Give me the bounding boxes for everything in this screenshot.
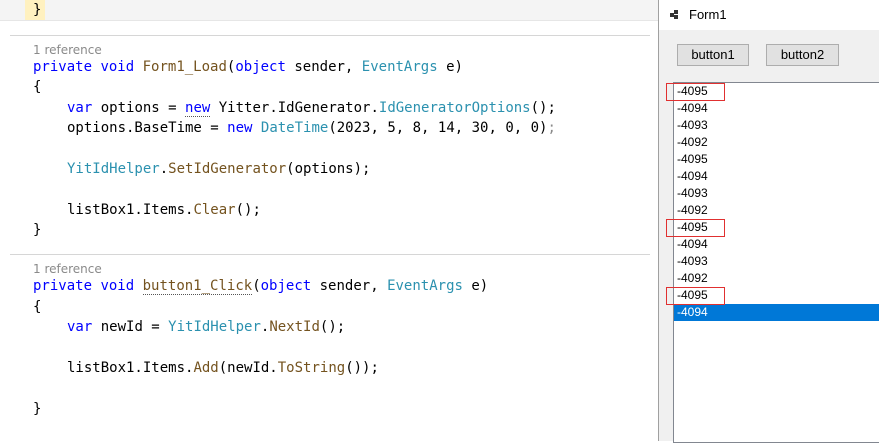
list-item[interactable]: -4092: [674, 202, 879, 219]
click-signature: private void button1_Click(object sender…: [33, 278, 489, 295]
load-close-brace: }: [33, 222, 42, 238]
click-close-brace: }: [33, 401, 42, 417]
list-item[interactable]: -4092: [674, 134, 879, 151]
method-separator: [10, 254, 650, 255]
id-listbox[interactable]: -4095 -4094 -4093 -4092 -4095 -4094 -4093 -4092…: [673, 82, 879, 443]
method-separator: [10, 35, 650, 36]
highlight-box: [666, 219, 725, 237]
button1[interactable]: button1: [677, 44, 749, 66]
highlight-box: [666, 287, 725, 305]
list-item[interactable]: -4094: [674, 100, 879, 117]
click-line-nextid: var newId = YitIdHelper.NextId();: [67, 319, 346, 335]
load-line-setidgenerator: YitIdHelper.SetIdGenerator(options);: [67, 161, 371, 177]
highlight-box: [666, 83, 725, 101]
click-line-add: listBox1.Items.Add(newId.ToString());: [67, 360, 379, 376]
load-line-basetime: options.BaseTime = new DateTime(2023, 5,…: [67, 120, 556, 136]
current-line-highlight: [0, 0, 660, 21]
load-line-options: var options = new Yitter.IdGenerator.IdG…: [67, 100, 556, 117]
form-icon: [670, 10, 680, 20]
title-bar[interactable]: Form1: [659, 0, 879, 30]
button2[interactable]: button2: [766, 44, 839, 66]
load-line-clear: listBox1.Items.Clear();: [67, 202, 261, 218]
list-item[interactable]: -4093: [674, 185, 879, 202]
list-item[interactable]: -4092: [674, 270, 879, 287]
list-item[interactable]: -4094: [674, 236, 879, 253]
list-item[interactable]: -4093: [674, 253, 879, 270]
window-title: Form1: [689, 7, 727, 22]
list-item[interactable]: -4093: [674, 117, 879, 134]
load-open-brace: {: [33, 79, 42, 95]
list-item[interactable]: -4095: [674, 151, 879, 168]
codelens-reference-load[interactable]: 1 reference: [33, 43, 102, 57]
click-open-brace: {: [33, 299, 42, 315]
list-item[interactable]: -4094: [674, 304, 879, 321]
code-editor[interactable]: } 1 reference private void Form1_Load(ob…: [0, 0, 660, 441]
list-item[interactable]: -4094: [674, 168, 879, 185]
load-signature: private void Form1_Load(object sender, E…: [33, 59, 463, 75]
codelens-reference-click[interactable]: 1 reference: [33, 262, 102, 276]
closing-brace: }: [33, 2, 42, 18]
